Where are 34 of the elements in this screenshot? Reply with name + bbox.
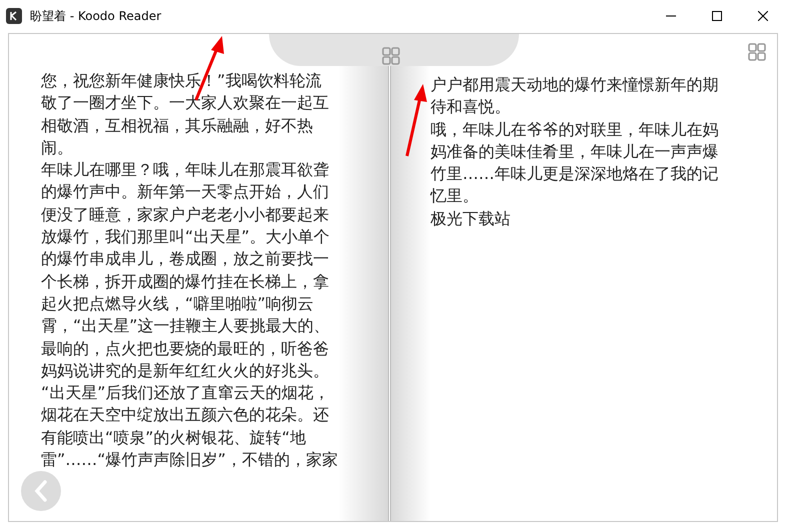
chevron-left-icon [34, 480, 48, 502]
text-line: “出天星”后我们还放了直窜云天的烟花， [41, 382, 331, 404]
text-line: 烟花在天空中绽放出五颜六色的花朵。还 [41, 404, 330, 426]
text-line: 妈妈说讲究的是新年红红火火的好兆头。 [41, 360, 330, 382]
text-line: 年味儿在哪里？哦，年味儿在那震耳欲聋 [41, 159, 330, 182]
text-line: 忆里。 [430, 185, 480, 208]
text-line: 便没了睡意，家家户户老老小小都要起来 [41, 204, 330, 226]
maximize-icon [712, 11, 722, 21]
text-line: 哦，年味儿在爷爷的对联里，年味儿在妈 [430, 118, 720, 141]
text-line: 竹里……年味儿更是深深地烙在了我的记 [430, 163, 720, 186]
text-line: 个长梯，拆开成圈的爆竹挂在长梯上，拿 [41, 270, 330, 293]
grid-icon [748, 43, 766, 61]
text-line: 妈准备的美味佳肴里，年味儿在一声声爆 [430, 140, 720, 163]
text-line: 极光下载站 [430, 208, 512, 230]
grid-button[interactable] [747, 43, 767, 63]
text-line: 有能喷出“喷泉”的火树银花、旋转“地 [41, 426, 307, 449]
grid-icon [382, 47, 400, 65]
text-line: 霄，“出天星”这一挂鞭主人要挑最大的、 [41, 315, 331, 338]
text-line: 户户都用震天动地的爆竹来憧憬新年的期 [430, 74, 720, 96]
text-line: 待和喜悦。 [430, 96, 512, 118]
text-line: 放爆竹，我们那里叫“出天星”。大小单个 [41, 226, 331, 248]
close-icon [758, 11, 768, 21]
window-title: 盼望着 - Koodo Reader [30, 8, 162, 24]
text-line: 的爆竹串成串儿，卷成圈，放之前要找一 [41, 248, 330, 270]
app-logo-icon [6, 8, 22, 24]
grid-button[interactable] [381, 47, 401, 67]
text-line: 您，祝您新年健康快乐！”我喝饮料轮流 [41, 70, 322, 92]
text-line: 敬了一圈才坐下。一大家人欢聚在一起互 [41, 92, 330, 114]
text-line: 雷”……“爆竹声声除旧岁”，不错的，家家 [41, 449, 339, 472]
text-line: 闹。 [41, 136, 74, 159]
text-line: 相敬酒，互相祝福，其乐融融，好不热 [41, 114, 314, 137]
text-line: 的爆竹声中。新年第一天零点开始，人们 [41, 181, 330, 204]
text-line: 最响的，点火把也要烧的最旺的，听爸爸 [41, 338, 330, 360]
text-line: 起火把点燃导火线，“噼里啪啦”响彻云 [41, 292, 315, 315]
